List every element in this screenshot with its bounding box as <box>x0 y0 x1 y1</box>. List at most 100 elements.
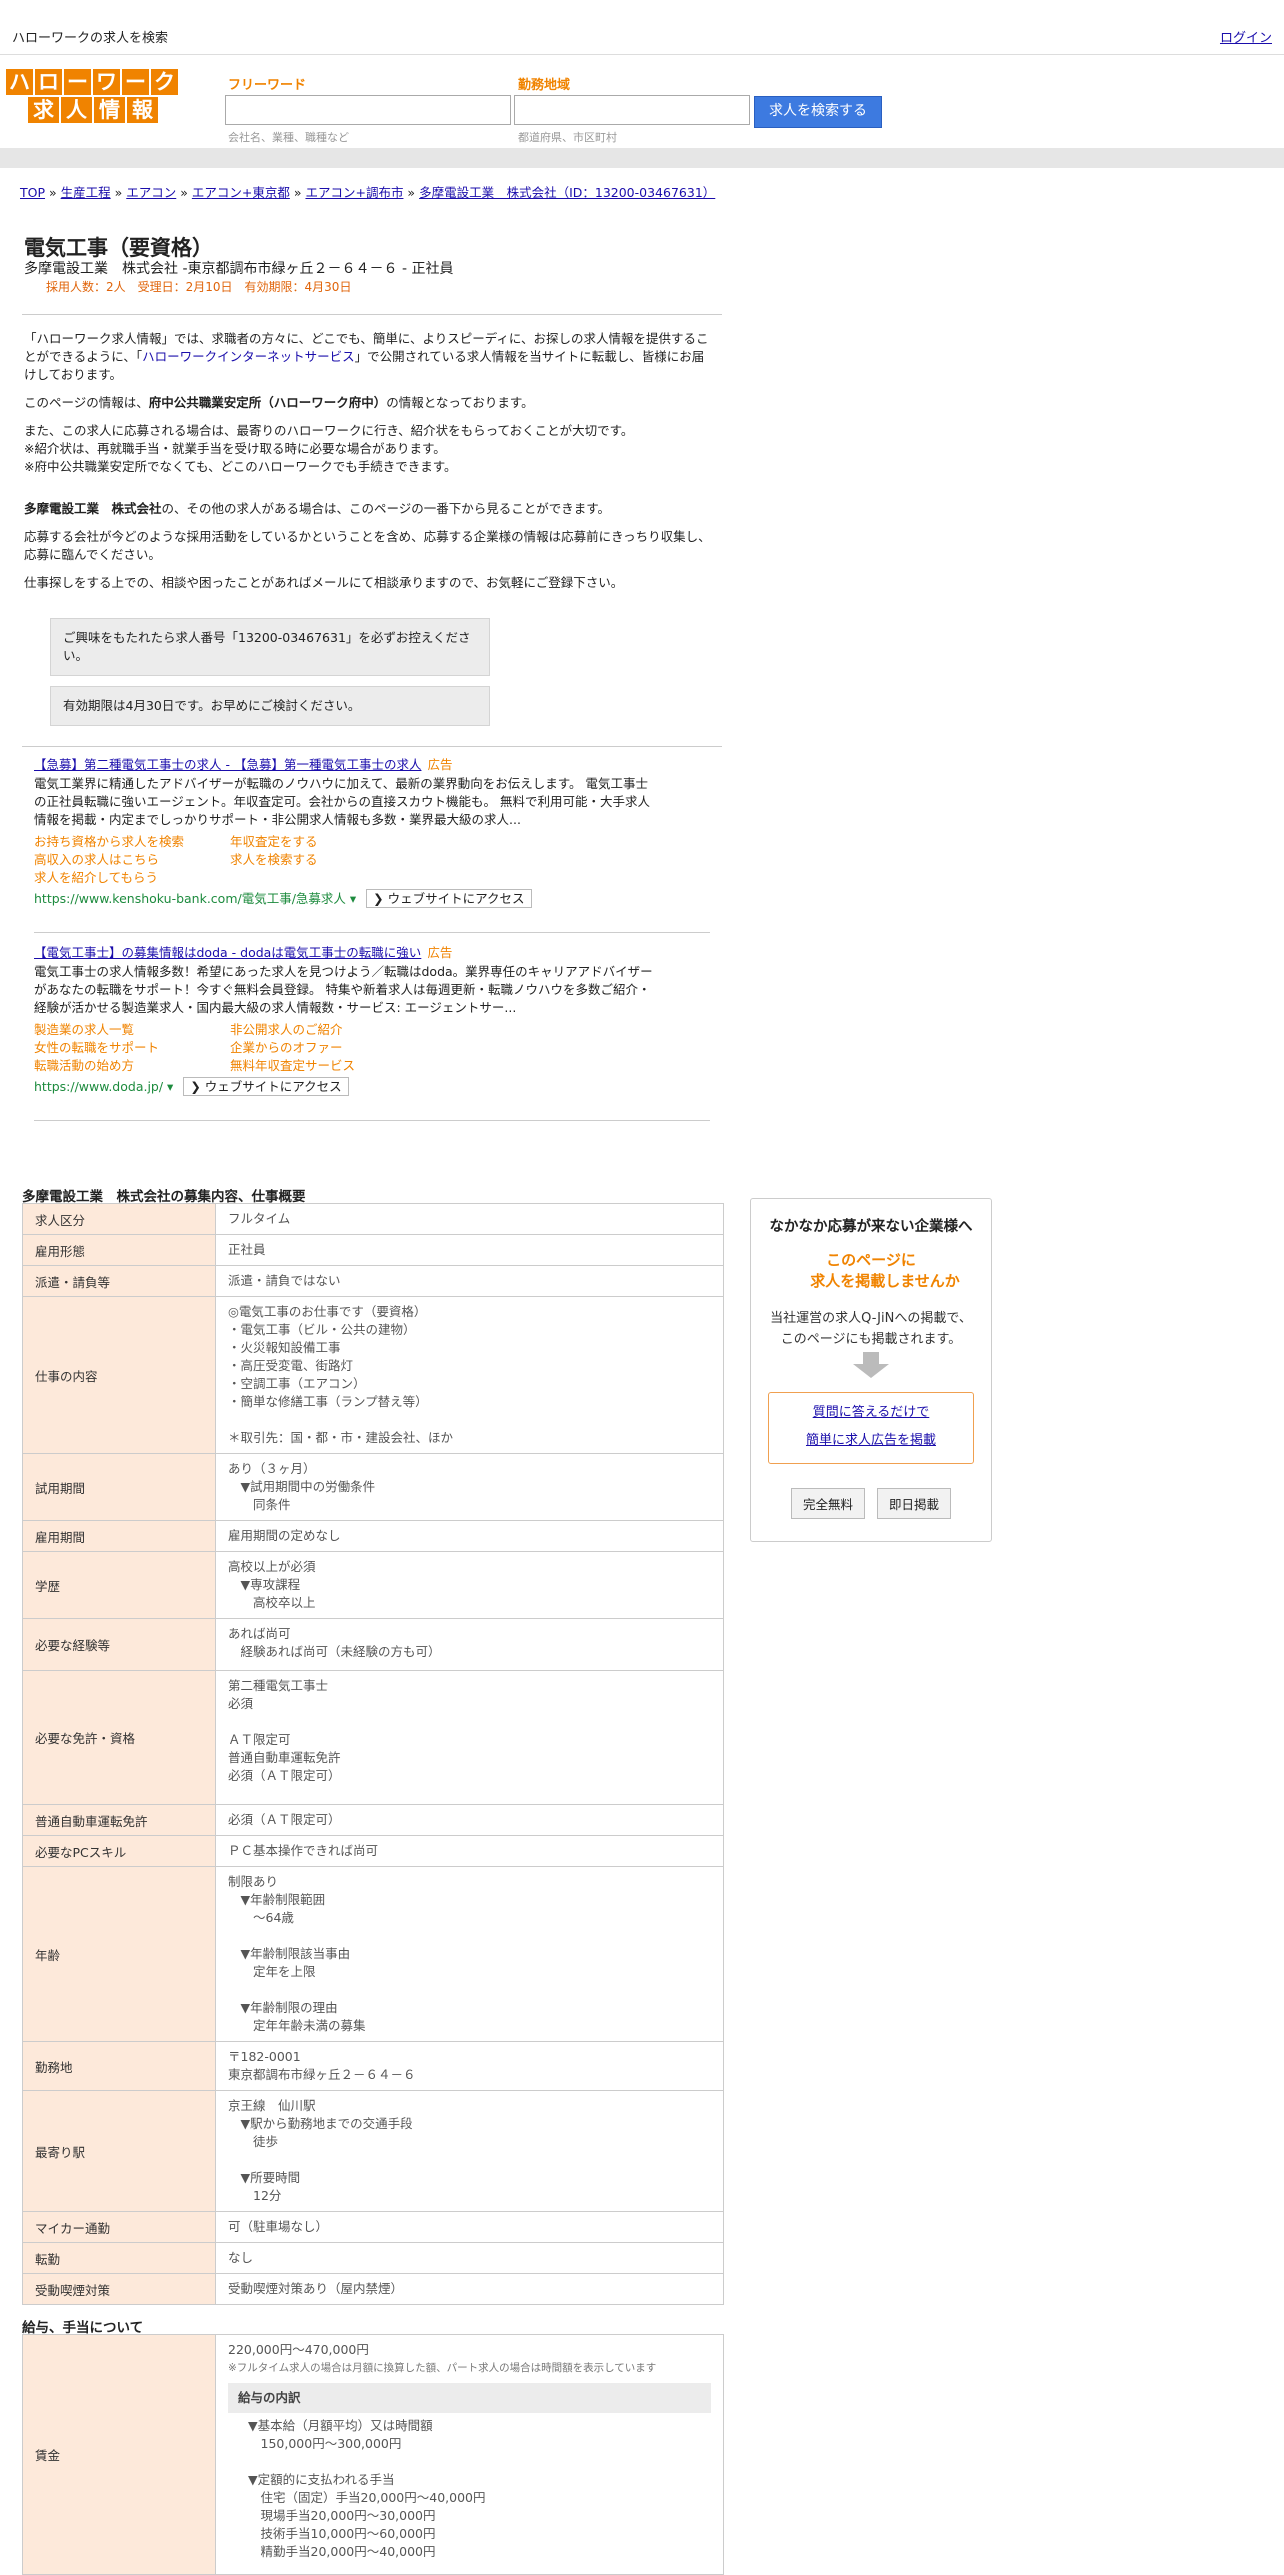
row-value: 必須（ＡＴ限定可） <box>215 1804 724 1836</box>
ad-sitelink[interactable]: 非公開求人のご紹介 <box>230 1021 426 1039</box>
logo-char: ー <box>121 68 150 96</box>
row-label: 転勤 <box>22 2242 216 2274</box>
row-value: あれば尚可 経験あれば尚可（未経験の方も可） <box>215 1618 724 1671</box>
table-row: 必要な免許・資格 第二種電気工事士 必須 ＡＴ限定可 普通自動車運転免許 必須（Ａ… <box>22 1670 724 1805</box>
logo-char: ワ <box>92 68 121 96</box>
table-row: 転勤 なし <box>22 2242 724 2274</box>
breadcrumb-link[interactable]: 多摩電設工業 株式会社（ID：13200-03467631） <box>419 185 715 200</box>
row-label: 受動喫煙対策 <box>22 2273 216 2305</box>
breadcrumb-link[interactable]: TOP <box>20 185 45 200</box>
row-label: 雇用期間 <box>22 1520 216 1552</box>
ad-title-link[interactable]: 【急募】第二種電気工事士の求人 - 【急募】第一種電気工事士の求人 <box>34 757 421 772</box>
row-value: 高校以上が必須 ▼専攻課程 高校卒以上 <box>215 1551 724 1619</box>
row-label: 学歴 <box>22 1551 216 1619</box>
ad-url[interactable]: https://www.doda.jp/ <box>34 1079 163 1094</box>
row-value: なし <box>215 2242 724 2274</box>
ad-block: 【電気工事士】の募集情報はdoda - dodaは電気工事士の転職に強い 広告 電… <box>34 945 653 1096</box>
table-row: マイカー通勤 可（駐車場なし） <box>22 2211 724 2243</box>
area-input[interactable] <box>514 95 750 125</box>
row-label: 勤務地 <box>22 2041 216 2091</box>
logo-char: 報 <box>126 96 159 124</box>
ad-visit-button[interactable]: ❯ ウェブサイトにアクセス <box>366 889 532 908</box>
header-divider <box>0 148 1284 168</box>
ad-visit-button[interactable]: ❯ ウェブサイトにアクセス <box>183 1077 349 1096</box>
row-label: 必要な経験等 <box>22 1618 216 1671</box>
job-subtitle: 多摩電設工業 株式会社 -東京都調布市緑ヶ丘２－６４－６ - 正社員 <box>24 261 454 277</box>
row-value: 京王線 仙川駅 ▼駅から勤務地までの交通手段 徒歩 ▼所要時間 12分 <box>215 2090 724 2212</box>
ad-sitelink[interactable]: 求人を検索する <box>230 851 426 869</box>
ad-tag: 広告 <box>427 945 453 960</box>
hellowork-internet-link[interactable]: ハローワークインターネットサービス <box>142 349 355 364</box>
breadcrumb-separator: » <box>45 185 61 200</box>
row-value: 制限あり ▼年齢制限範囲 〜64歳 ▼年齢制限該当事由 定年を上限 ▼年齢制限の… <box>215 1866 724 2042</box>
login-link[interactable]: ログイン <box>1220 27 1272 46</box>
row-value: ◎電気工事のお仕事です（要資格） ・電気工事（ビル・公共の建物） ・火災報知設備… <box>215 1296 724 1454</box>
row-value: 第二種電気工事士 必須 ＡＴ限定可 普通自動車運転免許 必須（ＡＴ限定可） <box>215 1670 724 1805</box>
logo-char: ロ <box>34 68 63 96</box>
row-value: 受動喫煙対策あり（屋内禁煙） <box>215 2273 724 2305</box>
ad-sitelink[interactable]: 高収入の求人はこちら <box>34 851 230 869</box>
table-row: 雇用形態 正社員 <box>22 1234 724 1266</box>
keyword-input[interactable] <box>225 95 511 125</box>
divider <box>34 932 710 933</box>
ad-sitelink[interactable]: 企業からのオファー <box>230 1039 426 1057</box>
ad-title-link[interactable]: 【電気工事士】の募集情報はdoda - dodaは電気工事士の転職に強い <box>34 945 421 960</box>
ad-sitelink[interactable]: 転職活動の始め方 <box>34 1057 230 1075</box>
row-label: 派遣・請負等 <box>22 1265 216 1297</box>
job-meta: 採用人数：2人 受理日：2月10日 有効期限：4月30日 <box>46 280 352 294</box>
keyword-hint: 会社名、業種、職種など <box>228 131 349 144</box>
breadcrumb-link[interactable]: 生産工程 <box>61 185 111 200</box>
row-label: 必要な免許・資格 <box>22 1670 216 1805</box>
consult-paragraph: 仕事探しをする上での、相談や困ったことがあればメールにて相談承りますので、お気軽… <box>24 575 624 590</box>
ad-sitelink[interactable]: 求人を紹介してもらう <box>34 869 230 887</box>
free-button[interactable]: 完全無料 <box>790 1488 865 1519</box>
logo-char: 求 <box>27 96 60 124</box>
advertise-link-2[interactable]: 簡単に求人広告を掲載 <box>806 1433 936 1448</box>
row-value: 正社員 <box>215 1234 724 1266</box>
ad-sitelink[interactable]: お持ち資格から求人を検索 <box>34 833 230 851</box>
logo-char: ハ <box>5 68 34 96</box>
site-name: ハローワークの求人を検索 <box>12 31 169 46</box>
ad-url[interactable]: https://www.kenshoku-bank.com/電気工事/急募求人 <box>34 891 346 906</box>
breadcrumb-link[interactable]: エアコン <box>126 185 176 200</box>
ad-sitelink[interactable]: 製造業の求人一覧 <box>34 1021 230 1039</box>
ad-block: 【急募】第二種電気工事士の求人 - 【急募】第一種電気工事士の求人 広告 電気工業… <box>34 756 654 908</box>
row-value: フルタイム <box>215 1203 724 1235</box>
logo-char: 情 <box>93 96 126 124</box>
ad-sitelink[interactable]: 女性の転職をサポート <box>34 1039 230 1057</box>
search-button[interactable]: 求人を検索する <box>754 96 882 128</box>
area-hint: 都道府県、市区町村 <box>518 131 617 144</box>
row-label: 最寄り駅 <box>22 2090 216 2212</box>
table-row: 雇用期間 雇用期間の定めなし <box>22 1520 724 1552</box>
area-label: 勤務地域 <box>518 78 571 93</box>
row-label: 年齢 <box>22 1866 216 2042</box>
job-number-note: ご興味をもたれたら求人番号「13200-03467631」を必ずお控えください。 <box>50 618 490 676</box>
keyword-label: フリーワード <box>228 78 307 93</box>
breadcrumb-separator: » <box>403 185 420 200</box>
row-label: 求人区分 <box>22 1203 216 1235</box>
table-row: 求人区分 フルタイム <box>22 1203 724 1235</box>
ad-sitelink[interactable]: 年収査定をする <box>230 833 426 851</box>
breadcrumb-link[interactable]: エアコン+調布市 <box>305 185 403 200</box>
table-row: 派遣・請負等 派遣・請負ではない <box>22 1265 724 1297</box>
breadcrumb-link[interactable]: エアコン+東京都 <box>192 185 290 200</box>
advertise-body: 当社運営の求人Q-JiNへの掲載で、 このページにも掲載されます。 <box>770 1311 972 1347</box>
referral-paragraph: また、この求人に応募される場合は、最寄りのハローワークに行き、紹介状をもらってお… <box>24 423 634 474</box>
divider <box>34 1120 710 1121</box>
ad-sitelinks: お持ち資格から求人を検索 年収査定をする 高収入の求人はこちら 求人を検索する 求人を紹… <box>34 833 654 887</box>
ad-description: 電気工事士の求人情報多数！希望にあった求人を見つけよう／転職はdoda。業界専任… <box>34 964 653 1015</box>
other-jobs-paragraph: 多摩電設工業 株式会社の、その他の求人がある場合は、このページの一番下から見るこ… <box>24 501 611 516</box>
advertise-link-1[interactable]: 質問に答えるだけで <box>813 1405 930 1420</box>
row-value: 雇用期間の定めなし <box>215 1520 724 1552</box>
same-day-button[interactable]: 即日掲載 <box>877 1488 952 1519</box>
pay-breakdown: ▼基本給（月額平均）又は時間額 150,000円〜300,000円 ▼定額的に支… <box>248 2418 486 2559</box>
advertise-cta: 質問に答えるだけで 簡単に求人広告を掲載 <box>768 1392 974 1464</box>
advice-paragraph: 応募する会社が今どのような採用活動をしているかということを含め、応募する企業様の… <box>24 529 711 562</box>
ad-sitelink[interactable]: 無料年収査定サービス <box>230 1057 426 1075</box>
divider <box>22 746 722 747</box>
site-logo[interactable]: ハローワーク 求人情報 <box>5 68 181 124</box>
deadline-note: 有効期限は4月30日です。お早めにご検討ください。 <box>50 686 490 726</box>
table-row: 必要な経験等 あれば尚可 経験あれば尚可（未経験の方も可） <box>22 1618 724 1671</box>
row-value: 派遣・請負ではない <box>215 1265 724 1297</box>
row-label: 必要なPCスキル <box>22 1835 216 1867</box>
